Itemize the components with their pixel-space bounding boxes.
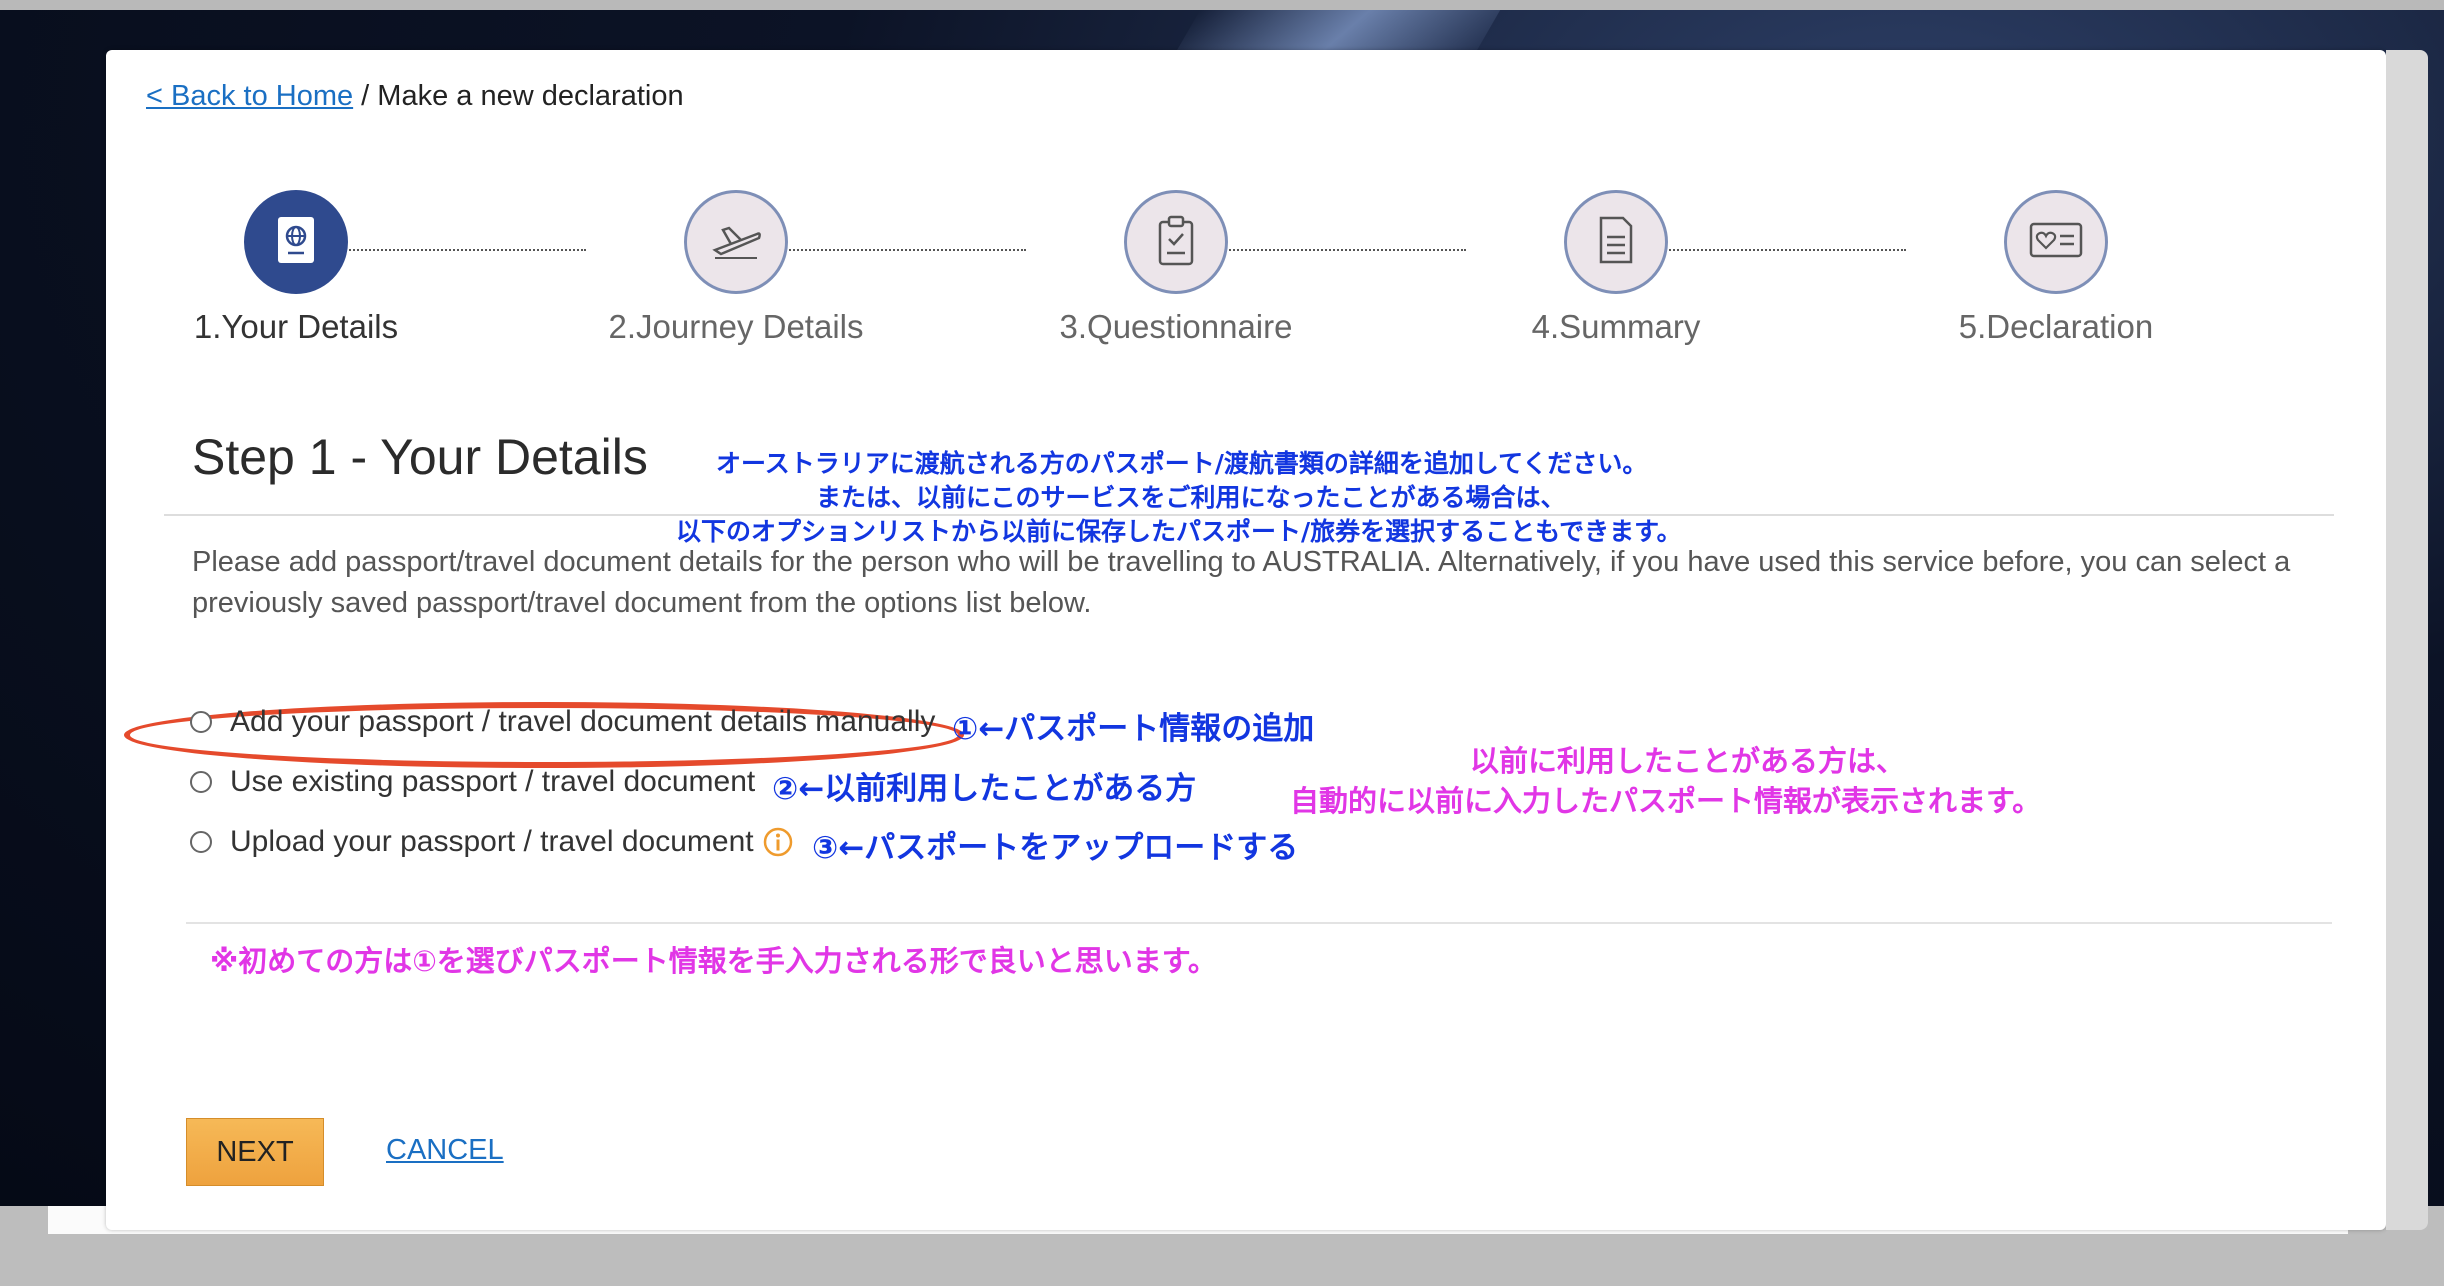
- options-divider: [186, 922, 2332, 924]
- jp-intro-line-1: オーストラリアに渡航される方のパスポート/渡航書類の詳細を追加してください。: [716, 449, 1648, 478]
- page-title: Step 1 - Your Details: [192, 429, 648, 485]
- radio-button[interactable]: [190, 831, 212, 853]
- step-1-label: 1.Your Details: [193, 308, 399, 345]
- cancel-link[interactable]: CANCEL: [386, 1134, 504, 1167]
- breadcrumb: < Back to Home / Make a new declaration: [146, 80, 684, 113]
- step-1-circle: [244, 190, 348, 294]
- option-existing[interactable]: Use existing passport / travel document: [190, 762, 755, 802]
- back-to-home-link[interactable]: < Back to Home: [146, 80, 353, 112]
- step-your-details[interactable]: 1.Your Details: [146, 190, 446, 346]
- heart-card-icon: [2028, 221, 2084, 264]
- document-icon: [1597, 215, 1635, 270]
- step-4-label: 4.Summary: [1531, 308, 1701, 345]
- step-summary[interactable]: 4.Summary: [1466, 190, 1766, 346]
- title-divider: [164, 514, 2334, 516]
- option-3-note: ③←パスポートをアップロードする: [812, 830, 1299, 866]
- step-3-circle: [1124, 190, 1228, 294]
- first-time-note: ※初めての方は①を選びパスポート情報を手入力される形で良いと思います。: [210, 944, 1217, 978]
- option-2-note: ②←以前利用したことがある方: [772, 771, 1197, 807]
- step-declaration[interactable]: 5.Declaration: [1906, 190, 2206, 346]
- step-5-circle: [2004, 190, 2108, 294]
- jp-intro-line-2: または、以前にこのサービスをご利用になったことがある場合は、: [816, 483, 1566, 512]
- radio-button[interactable]: [190, 711, 212, 733]
- airplane-icon: [709, 220, 763, 265]
- progress-stepper: 1.Your Details 2.Journey Details 3.Quest…: [146, 190, 2296, 345]
- breadcrumb-separator: /: [353, 80, 378, 112]
- step-3-label: 3.Questionnaire: [1059, 308, 1293, 345]
- info-icon[interactable]: [762, 826, 794, 858]
- next-button[interactable]: NEXT: [186, 1118, 324, 1186]
- step-journey-details[interactable]: 2.Journey Details: [586, 190, 886, 346]
- instructions-text: Please add passport/travel document deta…: [192, 546, 2291, 619]
- declaration-card: < Back to Home / Make a new declaration …: [106, 50, 2428, 1230]
- existing-note-line-1: 以前に利用したことがある方は、: [1470, 744, 1906, 778]
- step-4-circle: [1564, 190, 1668, 294]
- option-upload-label: Upload your passport / travel document: [230, 825, 754, 858]
- step-2-circle: [684, 190, 788, 294]
- existing-note-line-2: 自動的に以前に入力したパスポート情報が表示されます。: [1290, 784, 2042, 818]
- step-2-label: 2.Journey Details: [608, 308, 864, 345]
- passport-icon: [274, 214, 318, 271]
- card-shadow-edge: [2386, 50, 2428, 1230]
- option-manual[interactable]: Add your passport / travel document deta…: [190, 702, 935, 742]
- step-questionnaire[interactable]: 3.Questionnaire: [1026, 190, 1326, 346]
- option-1-note: ①←パスポート情報の追加: [952, 711, 1315, 747]
- clipboard-icon: [1156, 214, 1196, 271]
- breadcrumb-current: Make a new declaration: [377, 80, 684, 112]
- radio-button[interactable]: [190, 771, 212, 793]
- option-manual-label: Add your passport / travel document deta…: [230, 705, 936, 738]
- option-existing-label: Use existing passport / travel document: [230, 765, 756, 798]
- step-5-label: 5.Declaration: [1958, 308, 2154, 345]
- option-upload[interactable]: Upload your passport / travel document: [190, 822, 794, 862]
